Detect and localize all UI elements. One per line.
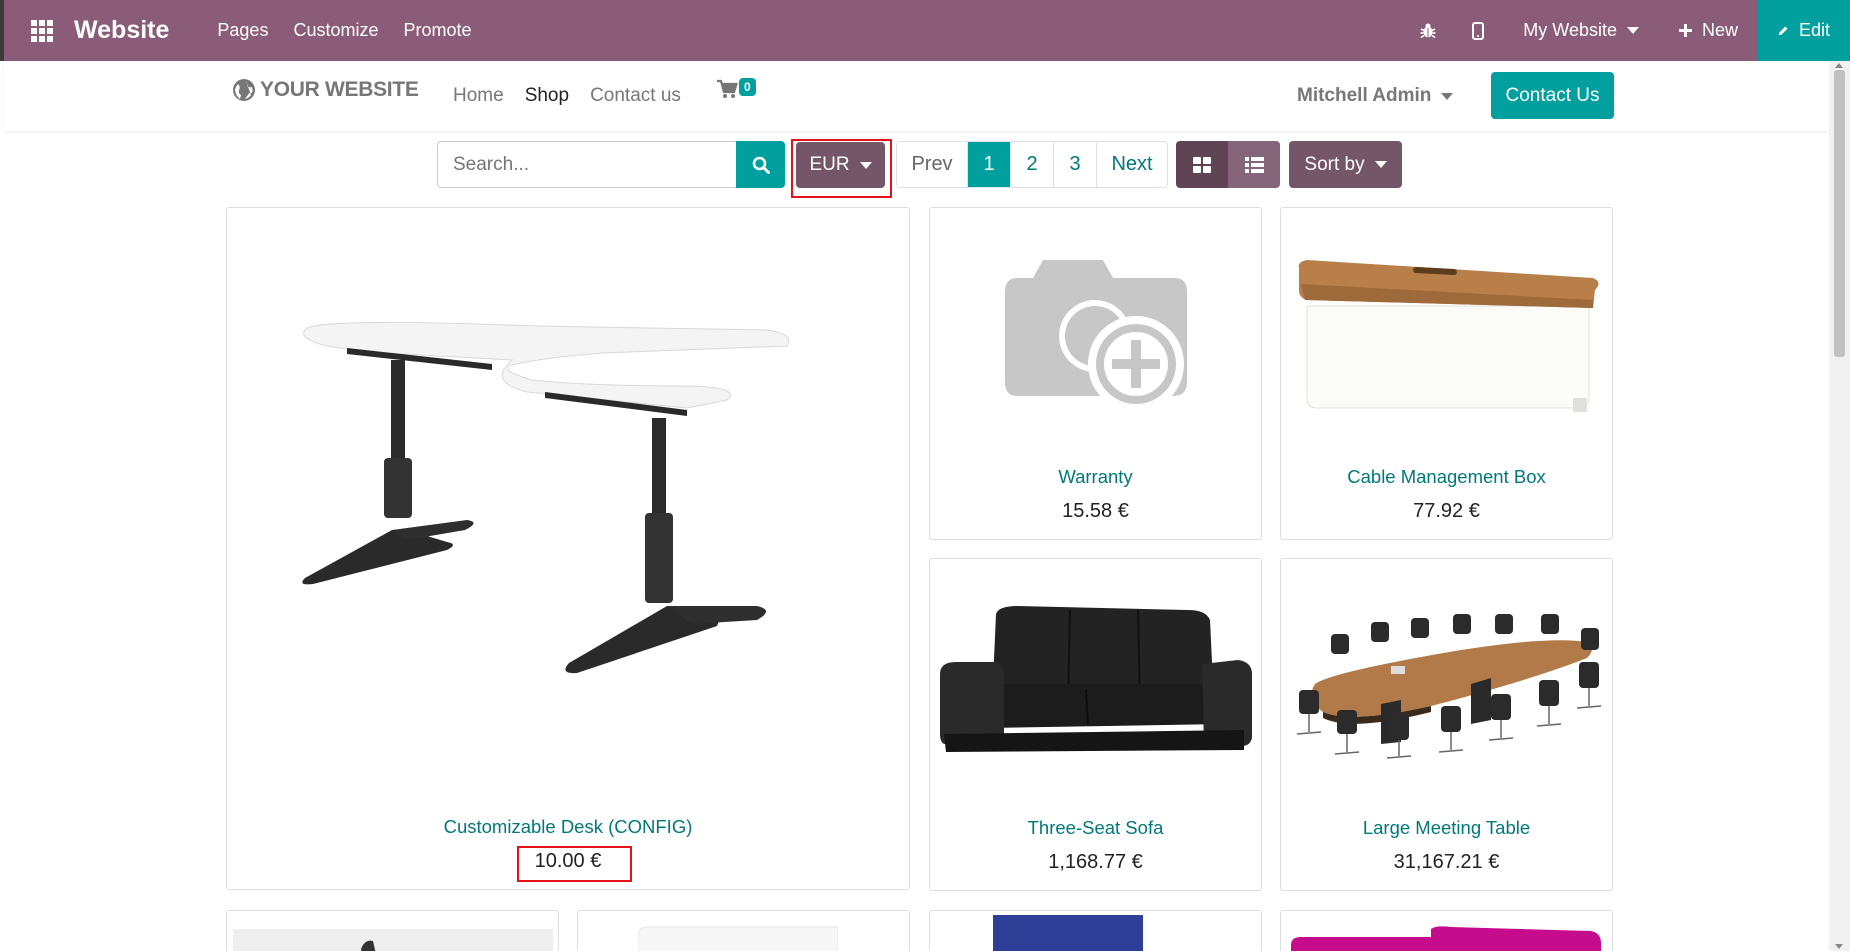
grid-view-icon [1193,156,1211,173]
pager-prev[interactable]: Prev [897,142,967,187]
user-menu[interactable]: Mitchell Admin [1297,85,1454,107]
product-image-sofa [940,606,1252,752]
mobile-icon [1472,21,1485,40]
website-selector[interactable]: My Website [1503,20,1659,41]
site-logo[interactable]: YOUR WEBSITE [232,78,419,102]
nav-contact-us[interactable]: Contact us [590,85,681,107]
product-name[interactable]: Three-Seat Sofa [930,817,1261,839]
user-name: Mitchell Admin [1297,85,1432,106]
product-price: 1,168.77 € [1048,851,1143,873]
product-card[interactable] [929,910,1262,951]
logo-text: YOUR WEBSITE [260,78,419,101]
pager-page-1[interactable]: 1 [967,142,1010,187]
site-nav: Home Shop Contact us [453,85,681,107]
product-price: 77.92 € [1413,500,1480,522]
chevron-down-icon [1441,92,1454,100]
product-image-ottoman [1291,926,1601,951]
search-button[interactable] [736,141,785,188]
list-view-button[interactable] [1228,141,1280,188]
highlight-box-currency [791,139,892,198]
plus-icon [1678,24,1692,37]
product-search [437,141,785,188]
product-card[interactable]: Warranty 15.58 € [929,207,1262,540]
view-toggle [1176,141,1280,188]
debug-button[interactable] [1403,0,1453,61]
pager-page-2[interactable]: 2 [1010,142,1053,187]
product-price: 15.58 € [1062,500,1129,522]
product-card[interactable] [1280,910,1613,951]
chevron-down-icon [1374,161,1387,168]
edit-button-label: Edit [1798,20,1830,40]
product-image-meeting-table [1296,614,1602,759]
product-image-desk [302,321,790,674]
bug-icon [1420,23,1436,38]
menu-customize[interactable]: Customize [293,20,378,41]
menu-promote[interactable]: Promote [403,20,471,41]
scroll-up-icon[interactable] [1835,63,1843,68]
shopping-cart-icon [717,79,738,98]
camera-plus-icon [1005,260,1187,412]
nav-home[interactable]: Home [453,85,504,107]
grid-view-button[interactable] [1176,141,1228,188]
product-image-drawer [638,926,838,951]
scrollbar-thumb[interactable] [1834,70,1845,357]
menu-pages[interactable]: Pages [217,20,268,41]
pencil-icon [1778,26,1788,36]
product-card[interactable]: Three-Seat Sofa 1,168.77 € [929,558,1262,891]
search-input[interactable] [437,141,737,188]
product-card[interactable]: Large Meeting Table 31,167.21 € [1280,558,1613,891]
contact-us-button[interactable]: Contact Us [1491,72,1614,119]
new-button[interactable]: New [1659,20,1758,41]
pager-next[interactable]: Next [1096,142,1167,187]
cart-link[interactable]: 0 [717,78,756,104]
highlight-box-price [517,846,632,882]
product-name[interactable]: Warranty [930,466,1261,488]
app-title[interactable]: Website [74,16,169,45]
mobile-preview-button[interactable] [1453,0,1503,61]
chevron-down-icon [1626,27,1639,34]
list-view-icon [1244,156,1264,173]
apps-grid-icon [31,19,53,42]
new-button-label: New [1701,20,1738,40]
globe-icon [233,79,255,101]
product-image-chair [233,929,553,951]
cart-count-badge: 0 [739,78,756,96]
admin-navbar-right: My Website New Edit [1403,0,1850,61]
product-card[interactable] [226,910,559,951]
product-card[interactable]: Customizable Desk (CONFIG) 10.00 € [226,207,910,890]
page-scrollbar[interactable] [1829,61,1850,951]
product-image-cable-box [1298,260,1599,412]
product-image-panel [993,915,1143,951]
edit-button[interactable]: Edit [1758,0,1850,61]
admin-menu: Pages Customize Promote [217,20,471,41]
nav-shop[interactable]: Shop [525,85,569,107]
pager-page-3[interactable]: 3 [1053,142,1096,187]
product-card[interactable]: Cable Management Box 77.92 € [1280,207,1613,540]
product-name[interactable]: Cable Management Box [1281,466,1612,488]
product-price: 31,167.21 € [1393,851,1500,873]
product-name[interactable]: Large Meeting Table [1281,817,1612,839]
sort-by-label: Sort by [1304,153,1365,175]
website-selector-label: My Website [1523,20,1617,40]
sort-by-dropdown[interactable]: Sort by [1289,141,1402,188]
product-card[interactable] [577,910,910,951]
site-header: YOUR WEBSITE Home Shop Contact us 0 Mitc… [4,61,1829,131]
product-name[interactable]: Customizable Desk (CONFIG) [227,816,909,838]
scroll-down-icon[interactable] [1835,944,1843,949]
search-icon [752,156,770,174]
pagination: Prev 1 2 3 Next [896,141,1168,188]
admin-navbar: Website Pages Customize Promote My Websi… [0,0,1850,61]
apps-menu-button[interactable] [12,0,72,61]
